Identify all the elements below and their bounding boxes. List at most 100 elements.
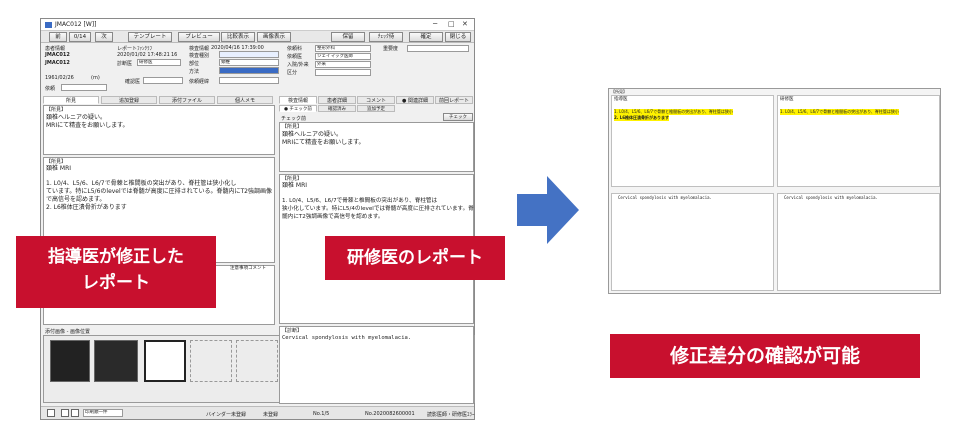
record-number: No.1/5	[313, 411, 330, 417]
tab-related[interactable]: ● 関連詳細	[396, 96, 434, 104]
tab-patient-detail[interactable]: 患者詳細	[318, 96, 356, 104]
right-diagnosis-pane[interactable]: 【診断】 Cervical spondylosis with myelomala…	[279, 326, 474, 404]
request-label: 依頼	[45, 86, 56, 92]
left-findings-line: 頚椎ヘルニアの疑い。	[46, 114, 107, 121]
minimize-icon[interactable]: ─	[433, 20, 437, 28]
diff-window: 指導医 1. L0/4、L5/6、L6/7で骨棘と椎間板の突出があり、脊柱管は狭…	[608, 88, 941, 294]
tab-comment[interactable]: コメント	[357, 96, 395, 104]
doctor-select[interactable]: 研修医	[137, 59, 181, 66]
left-findings-pane[interactable]: 【所見】 頚椎ヘルニアの疑い。 MRIにて精査をお願いします。	[43, 105, 275, 155]
toolbar: 前 0/14 次 テンプレート プレビュー 比較表示 画像表示 保留 ﾁｪｯｸ待…	[41, 31, 474, 43]
request-field[interactable]	[61, 84, 107, 91]
window-title: JMAC012 [W]]	[55, 21, 97, 28]
diff-left-bottom-text: Cervical spondylosis with myelomalacia.	[618, 195, 712, 200]
left-impression-title: 頚椎 MRI	[46, 165, 72, 172]
hold-button[interactable]: 保留	[331, 32, 365, 42]
info-panel: 患者情報 JMAC012 JMAC012 1961/02/26 (m) 依頼 レ…	[43, 45, 472, 93]
right-findings-pane[interactable]: 【所見】 頚椎ヘルニアの疑い。 MRIにて精査をお願いします。	[279, 122, 474, 172]
diff-left-bottom-pane[interactable]: Cervical spondylosis with myelomalacia.	[611, 193, 774, 291]
modality-label: 検査種別	[189, 53, 210, 59]
check-wait-button[interactable]: ﾁｪｯｸ待	[369, 32, 403, 42]
check-button[interactable]: チェック	[443, 113, 473, 121]
empty-thumbnail-slot[interactable]	[190, 340, 232, 382]
preview-button[interactable]: プレビュー	[178, 32, 220, 42]
prev-button[interactable]: 前	[49, 32, 67, 42]
right-impression-line: 狭小化しています。特にL5/4のlevelでは脊髄が高度に圧排されています。脊	[282, 206, 474, 212]
tab-findings[interactable]: 所見	[43, 96, 99, 104]
request-dept-label: 依頼科	[287, 46, 303, 52]
age: (m)	[91, 75, 100, 81]
attached-images-label: 添付画像 - 画像位置	[45, 329, 90, 335]
diff-right-label: 研修医	[780, 97, 794, 102]
page-icon[interactable]	[61, 409, 69, 417]
home-icon[interactable]	[47, 409, 55, 417]
report-label: レポートﾌｧﾝｸﾗﾌ	[117, 46, 153, 52]
instructor-report-callout: 指導医が修正した レポート	[16, 236, 216, 308]
birthdate: 1961/02/26	[45, 75, 74, 81]
request-doc-field: ジェイマック医師	[315, 53, 371, 60]
method-label: 方法	[189, 69, 200, 75]
mri-thumbnail[interactable]	[94, 340, 138, 382]
image-display-button[interactable]: 画像表示	[257, 32, 291, 42]
tab-exam-info[interactable]: 検査情報	[279, 96, 317, 104]
diff-left-top-pane[interactable]: 指導医 1. L0/4、L5/6、L6/7で骨棘と椎間板の突出があり、脊柱管は狭…	[611, 95, 774, 187]
instructor-callout-line: レポート	[82, 273, 150, 293]
app-icon	[45, 22, 52, 28]
right-arrow-icon	[517, 176, 579, 244]
maximize-icon[interactable]: □	[448, 20, 455, 28]
template-button[interactable]: テンプレート	[128, 32, 172, 42]
resident-report-callout: 研修医のレポート	[325, 236, 505, 280]
print-order-select[interactable]: 印刷順一件	[83, 409, 123, 417]
instructor-callout-line: 指導医が修正した	[48, 247, 184, 267]
subtab-planned[interactable]: 追加予定	[357, 105, 395, 112]
left-impression-line: で高信号を認めます。	[46, 196, 106, 203]
inout-field: 外来	[315, 61, 371, 68]
diff-findings-label: 【所見】	[611, 89, 627, 94]
subtab-confirmed[interactable]: 確認済み	[318, 105, 356, 112]
diff-right-bottom-text: Cervical spondylosis with myelomalacia.	[784, 195, 878, 200]
unregistered-status: 未登録	[263, 412, 279, 418]
compare-button[interactable]: 比較表示	[221, 32, 255, 42]
confirm-button[interactable]: 確定	[409, 32, 443, 42]
urgency-select[interactable]	[407, 45, 469, 52]
tab-additional[interactable]: 追加登録	[101, 96, 157, 104]
section-label: 区分	[287, 70, 298, 76]
next-button[interactable]: 次	[95, 32, 113, 42]
tab-previous-report[interactable]: 前回レポート	[435, 96, 473, 104]
comment-label: 依頼経緯	[189, 79, 210, 85]
right-findings-line: 頚椎ヘルニアの疑い。	[282, 131, 343, 138]
tab-memo[interactable]: 個人メモ	[217, 96, 273, 104]
exam-info-label: 検査情報	[189, 46, 210, 52]
empty-thumbnail-slot[interactable]	[144, 340, 186, 382]
diff-right-top-pane[interactable]: 研修医 1. L0/4、L5/6、L6/7で骨棘と椎間板の突出があり、脊柱管は狭…	[777, 95, 940, 187]
diff-right-bottom-pane[interactable]: Cervical spondylosis with myelomalacia.	[777, 193, 940, 291]
diff-left-label: 指導医	[614, 97, 628, 102]
right-diagnosis-text: Cervical spondylosis with myelomalacia.	[282, 335, 412, 341]
left-findings-header: 【所見】	[46, 107, 67, 113]
patient-name: JMAC012	[45, 60, 70, 66]
report-date: 2020/01/02 17:48:21	[117, 52, 170, 58]
close-button[interactable]: 閉じる	[445, 32, 471, 42]
left-comment-label: 注意事項コメント	[230, 266, 266, 271]
report-number: No.2020082600001	[365, 411, 415, 417]
subtab-before-check[interactable]: ● チェック前	[279, 105, 317, 112]
operator-status: 読影医師・研修医ｴﾗｰ	[427, 412, 475, 418]
confirmed-by-select[interactable]	[143, 77, 183, 84]
diff-highlight-line: 2. L6椎体圧潰骨折があります	[614, 115, 670, 121]
doctor-label: 診断医	[117, 61, 133, 67]
grid-icon[interactable]	[71, 409, 79, 417]
left-impression-line: ています。特にL5/6のlevelでは脊髄が高度に圧排されている。脊髄内にT2強…	[46, 188, 272, 195]
region-select[interactable]: 頸椎	[219, 59, 279, 66]
right-impression-title: 頚椎 MRI	[282, 182, 308, 189]
diff-callout: 修正差分の確認が可能	[610, 334, 920, 378]
method-select[interactable]	[219, 67, 279, 74]
close-icon[interactable]: ✕	[462, 20, 468, 28]
region-label: 部位	[189, 61, 200, 67]
comment-select[interactable]	[219, 77, 279, 84]
empty-thumbnail-slot[interactable]	[236, 340, 278, 382]
modality-select[interactable]	[219, 51, 279, 58]
mri-thumbnail[interactable]	[50, 340, 90, 382]
right-findings-header: 【所見】	[282, 124, 303, 130]
tab-attachments[interactable]: 添付ファイル	[159, 96, 215, 104]
right-findings-line: MRIにて精査をお願いします。	[282, 139, 365, 146]
